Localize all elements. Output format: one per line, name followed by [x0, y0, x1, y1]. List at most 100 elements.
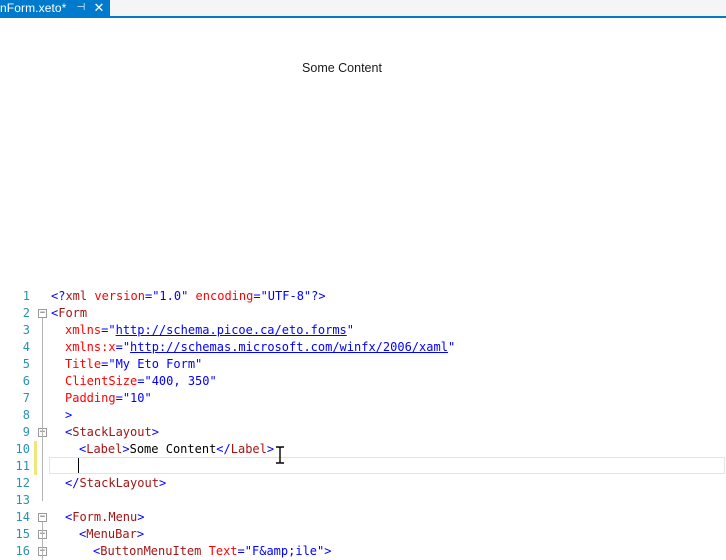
collapse-icon[interactable]: −: [38, 513, 47, 522]
code-token: "My Eto Form": [108, 357, 203, 371]
code-token: xml: [65, 289, 88, 303]
form-preview: Some Content: [0, 18, 726, 283]
code-token[interactable]: http://schema.picoe.ca/eto.forms: [116, 323, 347, 337]
change-marker: [34, 322, 37, 339]
change-marker: [34, 288, 37, 305]
line-number: 12: [15, 476, 30, 490]
code-token: ": [122, 340, 131, 354]
change-marker: [34, 526, 37, 543]
code-token: >: [151, 425, 159, 439]
code-token: <?: [51, 289, 66, 303]
code-line[interactable]: 2− <Form: [0, 305, 726, 322]
code-text: <Label>Some Content</Label>: [51, 441, 274, 458]
code-line[interactable]: 16−<ButtonMenuItem Text="F&amp;ile">: [0, 543, 726, 560]
change-marker: [34, 475, 37, 492]
change-marker: [34, 424, 37, 441]
line-number: 9: [22, 425, 30, 439]
change-marker: [34, 305, 37, 322]
code-text: >: [51, 407, 72, 424]
code-token: "400, 350": [144, 374, 217, 388]
code-token: Title: [65, 357, 102, 371]
code-text: <Form: [51, 305, 87, 322]
fold-guide: [42, 556, 43, 560]
code-token: >: [136, 527, 145, 541]
code-line[interactable]: 5 Title="My Eto Form": [0, 356, 726, 373]
code-token: ?>: [311, 289, 326, 303]
code-token: xmlns:x: [65, 340, 116, 354]
code-line[interactable]: 15−<MenuBar>: [0, 526, 726, 543]
code-token: Text: [208, 544, 238, 558]
close-icon[interactable]: ✕: [92, 0, 106, 16]
code-token: Form: [58, 306, 88, 320]
line-number: 5: [22, 357, 30, 371]
code-editor[interactable]: 1 <?xml version="1.0" encoding="UTF-8"?> 2…: [0, 287, 726, 560]
change-marker: [34, 509, 37, 526]
document-tab[interactable]: nForm.xeto* ⊣ ✕: [0, 0, 110, 16]
collapse-icon[interactable]: −: [38, 309, 47, 318]
code-line[interactable]: 10 <Label>Some Content</Label>: [0, 441, 726, 458]
line-number: 3: [22, 323, 30, 337]
code-token: ": [108, 323, 116, 337]
code-token: ": [447, 340, 456, 354]
code-token: >: [137, 510, 145, 524]
code-token: </: [216, 442, 231, 456]
code-token: Padding: [65, 391, 116, 405]
line-number: 13: [15, 493, 30, 507]
code-text: <ButtonMenuItem Text="F&amp;ile">: [51, 543, 331, 560]
change-marker: [34, 373, 37, 390]
code-token: >: [65, 408, 73, 422]
change-marker: [34, 390, 37, 407]
change-marker: [34, 339, 37, 356]
line-number: 8: [22, 408, 30, 422]
ibeam-cursor-icon: [276, 446, 284, 464]
code-token: ButtonMenuItem: [100, 544, 202, 558]
code-token: =: [115, 391, 123, 405]
code-token: ClientSize: [65, 374, 138, 388]
code-token: "F&amp;ile": [244, 544, 325, 558]
code-line[interactable]: 12 </StackLayout>: [0, 475, 726, 492]
fold-guide: [42, 437, 43, 484]
code-token: Label: [230, 442, 267, 456]
document-tab-strip: nForm.xeto* ⊣ ✕: [0, 0, 726, 18]
code-line[interactable]: 11: [0, 458, 726, 475]
code-text: xmlns="http://schema.picoe.ca/eto.forms": [51, 322, 354, 339]
line-number: 7: [22, 391, 30, 405]
line-number: 1: [22, 289, 30, 303]
preview-label: Some Content: [302, 61, 382, 75]
code-token[interactable]: http://schemas.microsoft.com/winfx/2006/…: [130, 340, 448, 354]
code-line[interactable]: 14− <Form.Menu>: [0, 509, 726, 526]
code-line[interactable]: 13: [0, 492, 726, 509]
code-token: >: [324, 544, 332, 558]
code-token: MenuBar: [86, 527, 137, 541]
line-number: 2: [22, 306, 30, 320]
code-token: =: [115, 340, 123, 354]
code-token: ": [346, 323, 355, 337]
code-token: =: [253, 289, 261, 303]
line-number: 11: [15, 459, 30, 473]
line-number: 10: [15, 442, 30, 456]
code-line[interactable]: 7 Padding="10": [0, 390, 726, 407]
line-number: 14: [15, 510, 30, 524]
code-line[interactable]: 8 >: [0, 407, 726, 424]
pin-icon[interactable]: ⊣: [76, 0, 86, 16]
code-line[interactable]: 6 ClientSize="400, 350": [0, 373, 726, 390]
code-token: StackLayout: [72, 425, 152, 439]
change-marker: [34, 407, 37, 424]
code-token: =: [237, 544, 245, 558]
code-token: "10": [122, 391, 152, 405]
change-marker: [34, 356, 37, 373]
code-line[interactable]: 1 <?xml version="1.0" encoding="UTF-8"?>: [0, 288, 726, 305]
code-token: "UTF-8": [260, 289, 312, 303]
code-line[interactable]: 4 xmlns:x="http://schemas.microsoft.com/w…: [0, 339, 726, 356]
code-text: xmlns:x="http://schemas.microsoft.com/wi…: [51, 339, 455, 356]
code-text: <MenuBar>: [51, 526, 144, 543]
code-token: >: [122, 442, 130, 456]
code-line[interactable]: 9−<StackLayout>: [0, 424, 726, 441]
code-token: >: [158, 476, 167, 490]
code-token: StackLayout: [79, 476, 159, 490]
code-line[interactable]: 3 xmlns="http://schema.picoe.ca/eto.forms…: [0, 322, 726, 339]
code-token: encoding: [195, 289, 254, 303]
code-token: xmlns: [65, 323, 102, 337]
